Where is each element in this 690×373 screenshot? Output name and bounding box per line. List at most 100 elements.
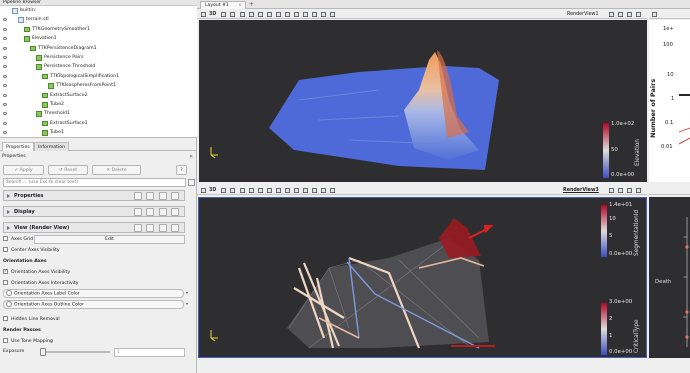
clear-selection-icon[interactable] — [330, 188, 335, 193]
oa-interactivity-checkbox[interactable] — [3, 279, 8, 285]
pipeline-item[interactable]: ExtractSurface1 — [0, 119, 197, 128]
pipeline-item[interactable]: Tube1 — [0, 128, 197, 137]
gear-icon[interactable] — [188, 179, 195, 186]
camera-undo-icon[interactable] — [230, 12, 235, 17]
select-frustum-icon[interactable] — [258, 12, 263, 17]
visibility-eye-icon[interactable] — [3, 27, 7, 31]
tone-mapping-checkbox[interactable] — [3, 337, 8, 343]
camera-undo-icon[interactable] — [230, 188, 235, 193]
axes-grid-checkbox[interactable] — [3, 235, 8, 241]
tab-information[interactable]: Information — [34, 142, 70, 151]
renderview3[interactable]: 1.4e+01 10 5 0.0e+00 SegmentationId 3.0e… — [198, 197, 647, 358]
split-vertical-icon[interactable] — [618, 188, 623, 193]
pipeline-item[interactable]: Elevation1 — [0, 34, 197, 43]
shrink-selection-icon[interactable] — [321, 12, 326, 17]
threed-toggle-button[interactable]: 3D — [209, 186, 216, 195]
search-input[interactable]: Search ... (use Esc to clear text) — [3, 178, 186, 187]
grow-selection-icon[interactable] — [312, 12, 317, 17]
split-horizontal-icon[interactable] — [609, 12, 614, 17]
pipeline-item[interactable]: Persistence Pairs — [0, 53, 197, 62]
pipeline-item[interactable]: Tube2 — [0, 100, 197, 109]
pipeline-tree[interactable]: builtin: terrain.stl TTKGeometrySmoother1 E… — [0, 6, 197, 138]
shrink-selection-icon[interactable] — [321, 188, 326, 193]
dropdown-arrow-icon[interactable]: ▾ — [186, 290, 190, 298]
select-cells-icon[interactable] — [249, 12, 254, 17]
oa-label-color-button[interactable]: Orientation Axes Label Color — [3, 289, 184, 298]
save-icon[interactable] — [171, 224, 179, 232]
apply-button[interactable]: ✓ Apply — [3, 165, 44, 175]
exposure-slider[interactable] — [40, 351, 110, 353]
hover-cells-icon[interactable] — [303, 188, 308, 193]
renderview1[interactable]: 1.0e+02 50 0.0e+00 Elevation — [199, 20, 647, 182]
reset-camera-icon[interactable] — [201, 12, 206, 17]
select-points-icon[interactable] — [240, 12, 245, 17]
view-section-header[interactable]: View (Render View) — [3, 222, 185, 233]
center-axes-checkbox[interactable] — [3, 246, 8, 252]
visibility-eye-icon[interactable] — [3, 103, 7, 106]
axes-grid-edit-button[interactable]: Edit — [34, 235, 185, 244]
select-cells-icon[interactable] — [249, 188, 254, 193]
visibility-eye-icon[interactable] — [3, 93, 7, 97]
copy-icon[interactable] — [134, 192, 142, 200]
visibility-eye-icon[interactable] — [3, 121, 7, 125]
maximize-icon[interactable] — [627, 188, 632, 193]
visibility-eye-icon[interactable] — [3, 84, 7, 88]
close-icon[interactable]: ✕ — [189, 154, 195, 160]
close-icon[interactable]: × — [238, 2, 242, 9]
pipeline-item[interactable]: ExtractSurface2 — [0, 91, 197, 100]
select-block-icon[interactable] — [267, 188, 272, 193]
exposure-slider-handle[interactable] — [40, 348, 46, 356]
reset-button[interactable]: ↺ Reset — [48, 165, 88, 175]
close-view-icon[interactable] — [636, 12, 641, 17]
pipeline-item[interactable]: terrain.stl — [0, 15, 197, 24]
visibility-eye-icon[interactable] — [3, 131, 7, 135]
persistence-diagram-view[interactable]: Death — [649, 197, 690, 358]
grow-selection-icon[interactable] — [312, 188, 317, 193]
save-icon[interactable] — [171, 192, 179, 200]
pipeline-item[interactable]: TTKPersistenceDiagram1 — [0, 44, 197, 53]
oa-visibility-checkbox[interactable]: ✓ — [3, 268, 8, 274]
split-vertical-icon[interactable] — [618, 12, 623, 17]
threed-toggle-button[interactable]: 3D — [209, 10, 216, 19]
pipeline-item[interactable]: TTKIsospheresFromPoint1 — [0, 81, 197, 90]
display-section-header[interactable]: Display — [3, 206, 185, 217]
polygon-select-icon[interactable] — [285, 188, 290, 193]
visibility-eye-icon[interactable] — [3, 37, 7, 41]
maximize-icon[interactable] — [627, 12, 632, 17]
restore-icon[interactable] — [159, 208, 167, 216]
help-button[interactable]: ? — [176, 165, 187, 175]
visibility-eye-icon[interactable] — [3, 18, 7, 22]
copy-icon[interactable] — [134, 208, 142, 216]
interactive-select-icon[interactable] — [276, 188, 281, 193]
close-view-icon[interactable] — [636, 188, 641, 193]
layout-tab[interactable]: Layout #1 × — [200, 1, 246, 9]
select-block-icon[interactable] — [267, 12, 272, 17]
restore-icon[interactable] — [159, 192, 167, 200]
paste-icon[interactable] — [146, 224, 154, 232]
visibility-eye-icon[interactable] — [3, 56, 7, 59]
dropdown-arrow-icon[interactable]: ▾ — [186, 301, 190, 309]
oa-outline-color-button[interactable]: Orientation Axes Outline Color — [3, 300, 184, 309]
pipeline-item[interactable]: TTKGeometrySmoother1 — [0, 25, 197, 34]
select-points-icon[interactable] — [240, 188, 245, 193]
properties-section-header[interactable]: Properties — [3, 190, 185, 201]
clear-selection-icon[interactable] — [330, 12, 335, 17]
hover-points-icon[interactable] — [294, 188, 299, 193]
copy-icon[interactable] — [134, 224, 142, 232]
exposure-input[interactable]: 1 — [114, 348, 185, 357]
paste-icon[interactable] — [146, 192, 154, 200]
save-icon[interactable] — [171, 208, 179, 216]
delete-button[interactable]: ✕ Delete — [92, 165, 141, 175]
visibility-eye-icon[interactable] — [3, 65, 7, 69]
pipeline-item[interactable]: TTKTopologicalSimplification1 — [0, 72, 197, 81]
pipeline-item[interactable]: builtin: — [0, 6, 197, 15]
visibility-eye-icon[interactable] — [3, 74, 7, 78]
polygon-select-icon[interactable] — [285, 12, 290, 17]
camera-icon[interactable] — [221, 188, 226, 193]
interactive-select-icon[interactable] — [276, 12, 281, 17]
pipeline-item[interactable]: Persistence Threshold — [0, 62, 197, 71]
persistence-chart-view[interactable]: Number of Pairs 1e+ 100 10 1 0.1 0.01 — [649, 20, 690, 182]
hover-points-icon[interactable] — [294, 12, 299, 17]
reset-camera-icon[interactable] — [201, 188, 206, 193]
select-frustum-icon[interactable] — [258, 188, 263, 193]
